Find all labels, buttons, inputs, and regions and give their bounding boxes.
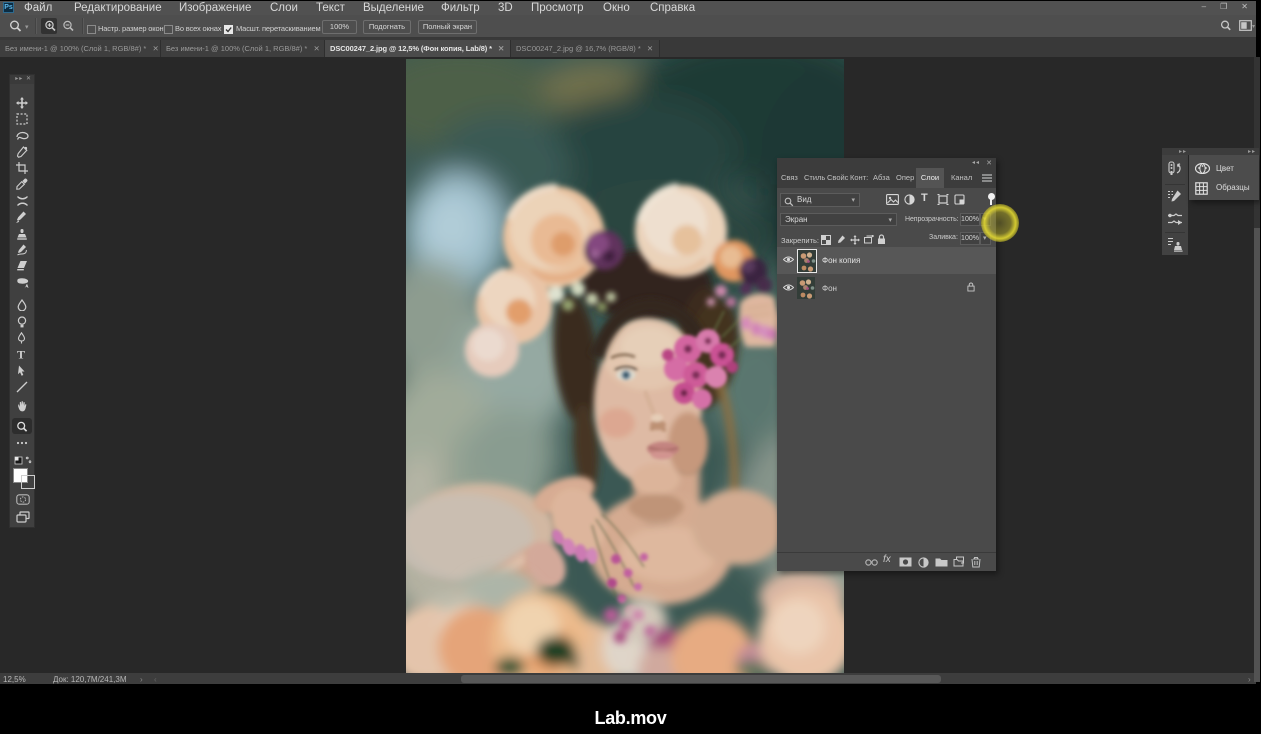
svg-text:T: T xyxy=(17,348,25,360)
